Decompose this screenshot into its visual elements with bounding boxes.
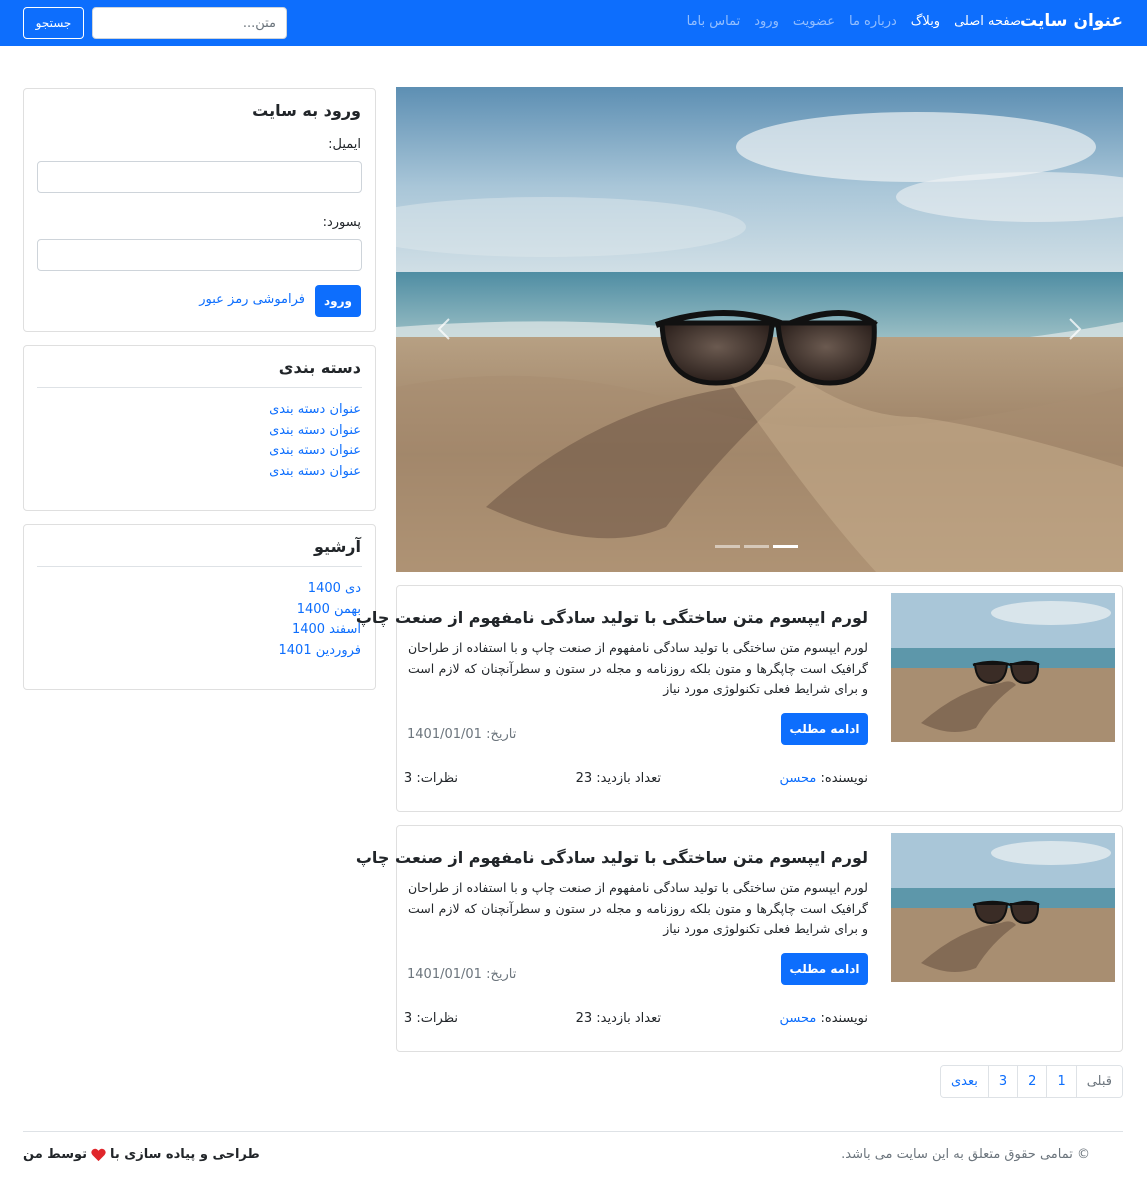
post-views-label: تعداد بازدید: bbox=[596, 771, 661, 786]
post-author: نویسنده: محسن bbox=[780, 771, 869, 786]
chevron-right-icon bbox=[1069, 318, 1082, 340]
nav-link-blog[interactable]: وبلاگ bbox=[911, 14, 940, 29]
nav-link-contact[interactable]: تماس باما bbox=[687, 14, 741, 29]
pagination-next[interactable]: بعدی bbox=[940, 1066, 988, 1097]
post-excerpt: لورم ایپسوم متن ساختگی با تولید سادگی نا… bbox=[408, 640, 868, 696]
carousel-next-button[interactable] bbox=[1055, 309, 1095, 349]
category-link[interactable]: عنوان دسته بندی bbox=[269, 464, 361, 479]
post-views-label: تعداد بازدید: bbox=[596, 1011, 661, 1026]
carousel-indicators bbox=[715, 545, 798, 548]
heart-icon bbox=[91, 1148, 106, 1161]
pagination-page-3[interactable]: 3 bbox=[987, 1066, 1018, 1097]
beach-sunglasses-thumbnail bbox=[891, 593, 1115, 742]
nav-link-register[interactable]: عضویت bbox=[793, 14, 835, 29]
post-comments: نظرات: 3 bbox=[404, 1011, 458, 1026]
category-link[interactable]: عنوان دسته بندی bbox=[269, 402, 361, 417]
footer-credit: طراحی و پیاده سازی با توسط من bbox=[23, 1147, 260, 1162]
pagination-page-2[interactable]: 2 bbox=[1017, 1066, 1047, 1097]
post-date: تاریخ: 1401/01/01 bbox=[407, 967, 516, 982]
post-author-link[interactable]: محسن bbox=[780, 771, 817, 786]
search-input[interactable] bbox=[92, 7, 287, 39]
login-card: ورود به سایت ایمیل: پسورد: ورود فراموشی … bbox=[23, 88, 376, 332]
categories-divider bbox=[37, 387, 362, 388]
email-label: ایمیل: bbox=[328, 137, 361, 152]
nav-link-login[interactable]: ورود bbox=[754, 14, 779, 29]
post-comments-label: نظرات: bbox=[416, 1011, 458, 1026]
pagination-page-1[interactable]: 1 bbox=[1046, 1066, 1076, 1097]
categories-title: دسته بندی bbox=[278, 358, 361, 377]
post-date-label: تاریخ: bbox=[486, 727, 517, 742]
archive-list: دی 1400 بهمن 1400 اسفند 1400 فروردین 140… bbox=[279, 579, 361, 661]
archive-link[interactable]: فروردین 1401 bbox=[279, 643, 361, 658]
nav-link-about[interactable]: درباره ما bbox=[849, 14, 897, 29]
post-date-label: تاریخ: bbox=[486, 967, 517, 982]
post-views-value: 23 bbox=[575, 1011, 593, 1026]
carousel-indicator[interactable] bbox=[744, 545, 769, 548]
categories-card: دسته بندی عنوان دسته بندی عنوان دسته بند… bbox=[23, 345, 376, 511]
post-title[interactable]: لورم ایپسوم متن ساختگی با تولید سادگی نا… bbox=[356, 608, 868, 627]
footer-credit-before: طراحی و پیاده سازی با bbox=[110, 1147, 260, 1162]
login-title: ورود به سایت bbox=[252, 101, 361, 120]
site-brand[interactable]: عنوان سایت bbox=[1020, 11, 1123, 31]
password-label: پسورد: bbox=[322, 215, 361, 230]
footer-divider bbox=[23, 1131, 1123, 1132]
email-field[interactable] bbox=[37, 161, 362, 193]
post-author-link[interactable]: محسن bbox=[780, 1011, 817, 1026]
nav-link-home[interactable]: صفحه اصلی bbox=[954, 14, 1021, 29]
archive-link[interactable]: بهمن 1400 bbox=[297, 602, 361, 617]
chevron-left-icon bbox=[437, 318, 450, 340]
post-title[interactable]: لورم ایپسوم متن ساختگی با تولید سادگی نا… bbox=[356, 848, 868, 867]
forgot-password-link[interactable]: فراموشی رمز عبور bbox=[199, 292, 305, 307]
archive-divider bbox=[37, 566, 362, 567]
post-author-label: نویسنده: bbox=[820, 771, 869, 786]
post-date-value: 1401/01/01 bbox=[407, 967, 482, 982]
login-button[interactable]: ورود bbox=[315, 285, 361, 317]
nav-links: صفحه اصلی وبلاگ درباره ما عضویت ورود تما… bbox=[687, 14, 1021, 29]
post-thumbnail[interactable] bbox=[891, 833, 1115, 982]
read-more-button[interactable]: ادامه مطلب bbox=[781, 713, 868, 745]
post-excerpt: لورم ایپسوم متن ساختگی با تولید سادگی نا… bbox=[408, 880, 868, 936]
navbar: عنوان سایت صفحه اصلی وبلاگ درباره ما عضو… bbox=[0, 0, 1147, 46]
post-views: تعداد بازدید: 23 bbox=[576, 771, 661, 786]
post-date: تاریخ: 1401/01/01 bbox=[407, 727, 516, 742]
post-comments: نظرات: 3 bbox=[404, 771, 458, 786]
footer-credit-after: توسط من bbox=[23, 1147, 88, 1162]
categories-list: عنوان دسته بندی عنوان دسته بندی عنوان دس… bbox=[269, 400, 361, 482]
category-link[interactable]: عنوان دسته بندی bbox=[269, 423, 361, 438]
archive-link[interactable]: اسفند 1400 bbox=[292, 622, 361, 637]
pagination-prev[interactable]: قبلی bbox=[1075, 1066, 1122, 1097]
archive-title: آرشیو bbox=[314, 537, 361, 556]
image-carousel bbox=[396, 87, 1123, 572]
archive-card: آرشیو دی 1400 بهمن 1400 اسفند 1400 فرورد… bbox=[23, 524, 376, 690]
post-comments-value: 3 bbox=[403, 1011, 413, 1026]
beach-sunglasses-thumbnail bbox=[891, 833, 1115, 982]
search-button[interactable]: جستجو bbox=[23, 7, 84, 39]
post-views-value: 23 bbox=[575, 771, 593, 786]
beach-sunglasses-image bbox=[396, 87, 1123, 572]
post-date-value: 1401/01/01 bbox=[407, 727, 482, 742]
pagination: قبلی 1 2 3 بعدی bbox=[939, 1065, 1123, 1098]
read-more-button[interactable]: ادامه مطلب bbox=[781, 953, 868, 985]
post-author: نویسنده: محسن bbox=[780, 1011, 869, 1026]
post-thumbnail[interactable] bbox=[891, 593, 1115, 742]
carousel-indicator[interactable] bbox=[715, 545, 740, 548]
carousel-indicator-active[interactable] bbox=[773, 545, 798, 548]
post-views: تعداد بازدید: 23 bbox=[576, 1011, 661, 1026]
post-comments-label: نظرات: bbox=[416, 771, 458, 786]
carousel-prev-button[interactable] bbox=[424, 309, 464, 349]
post-card: لورم ایپسوم متن ساختگی با تولید سادگی نا… bbox=[356, 825, 1123, 1052]
post-author-label: نویسنده: bbox=[820, 1011, 869, 1026]
post-comments-value: 3 bbox=[403, 771, 413, 786]
password-field[interactable] bbox=[37, 239, 362, 271]
post-card: لورم ایپسوم متن ساختگی با تولید سادگی نا… bbox=[356, 585, 1123, 812]
footer-copyright: © تمامی حقوق متعلق به این سایت می باشد. bbox=[841, 1147, 1090, 1162]
category-link[interactable]: عنوان دسته بندی bbox=[269, 443, 361, 458]
archive-link[interactable]: دی 1400 bbox=[308, 581, 361, 596]
